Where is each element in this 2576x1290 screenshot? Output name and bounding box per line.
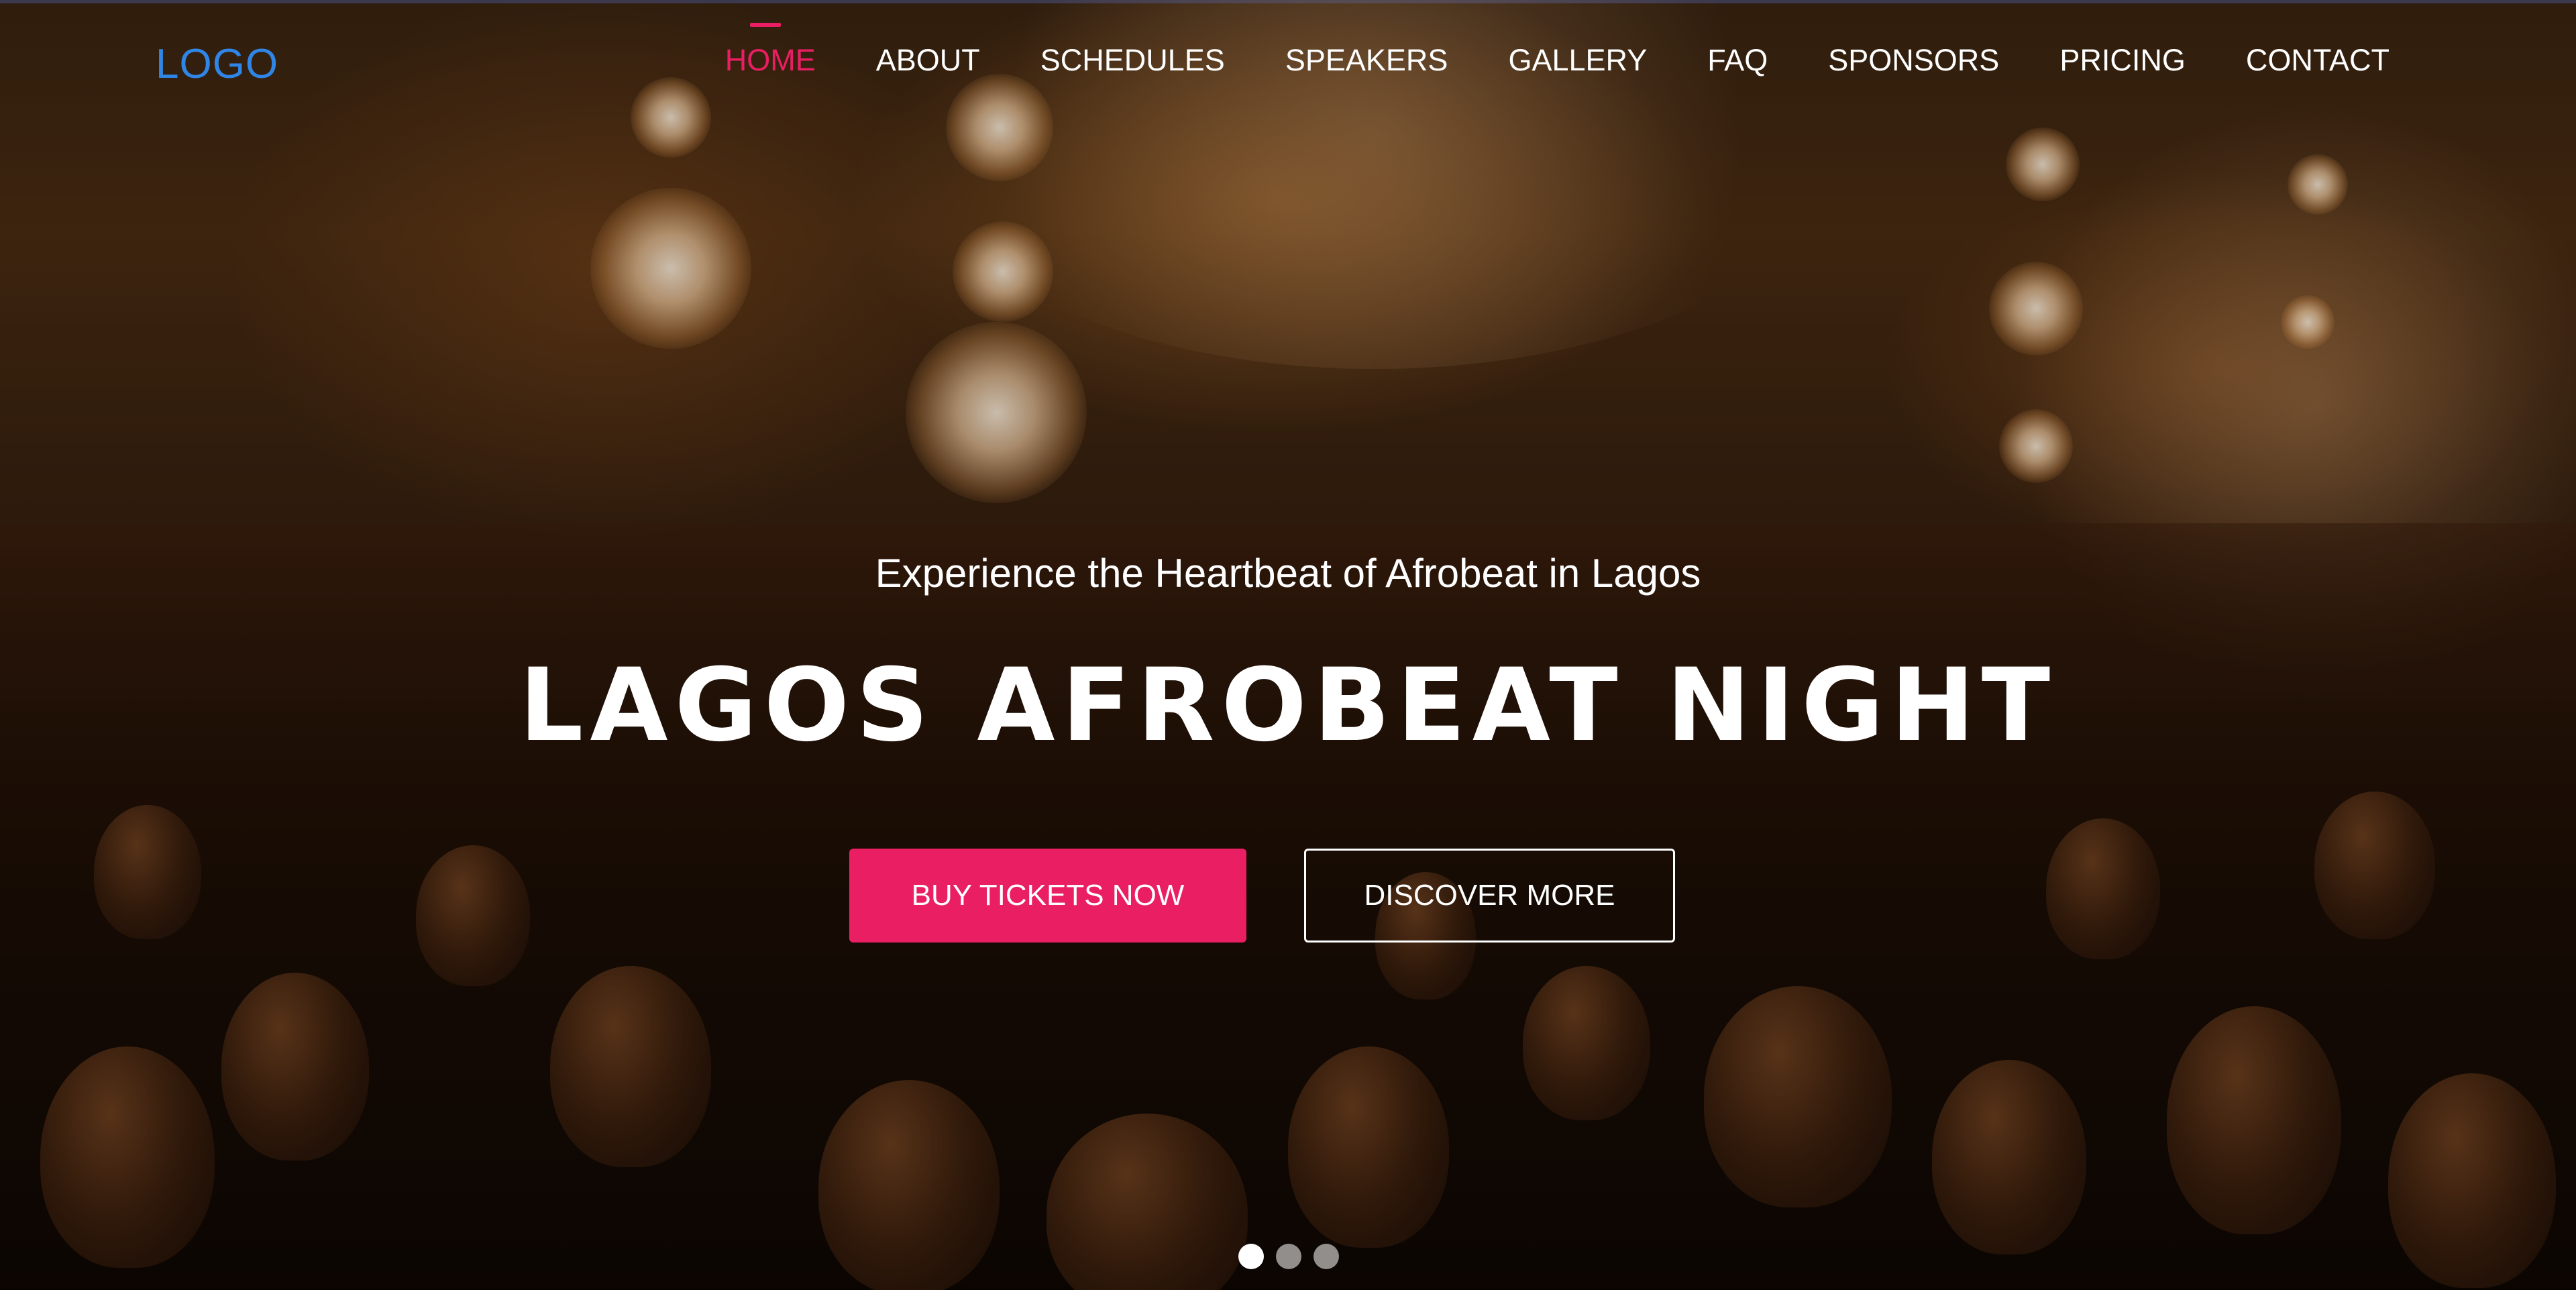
nav-item-faq[interactable]: FAQ (1677, 43, 1798, 78)
logo[interactable]: LOGO (156, 40, 278, 88)
carousel-dots (1238, 1244, 1339, 1269)
nav-item-contact[interactable]: CONTACT (2216, 43, 2390, 78)
nav-item-schedules[interactable]: SCHEDULES (1010, 43, 1255, 78)
discover-more-button[interactable]: DISCOVER MORE (1304, 849, 1675, 943)
nav-item-speakers[interactable]: SPEAKERS (1255, 43, 1479, 78)
buy-tickets-button[interactable]: BUY TICKETS NOW (849, 849, 1246, 943)
hero-actions: BUY TICKETS NOW DISCOVER MORE (849, 849, 1675, 943)
hero-subtitle: Experience the Heartbeat of Afrobeat in … (875, 551, 1701, 596)
carousel-dot-1[interactable] (1238, 1244, 1264, 1269)
hero-section: LOGO HOME ABOUT SCHEDULES SPEAKERS GALLE… (0, 0, 2576, 1290)
nav-item-about[interactable]: ABOUT (846, 43, 1010, 78)
main-nav: HOME ABOUT SCHEDULES SPEAKERS GALLERY FA… (695, 23, 2390, 78)
hero-headline: LAGOS AFROBEAT NIGHT (519, 647, 2057, 764)
carousel-dot-3[interactable] (1313, 1244, 1339, 1269)
carousel-dot-2[interactable] (1276, 1244, 1301, 1269)
nav-item-gallery[interactable]: GALLERY (1478, 43, 1677, 78)
nav-item-pricing[interactable]: PRICING (2029, 43, 2216, 78)
nav-item-home[interactable]: HOME (695, 23, 846, 78)
dark-overlay (0, 0, 2576, 1290)
nav-item-sponsors[interactable]: SPONSORS (1798, 43, 2029, 78)
